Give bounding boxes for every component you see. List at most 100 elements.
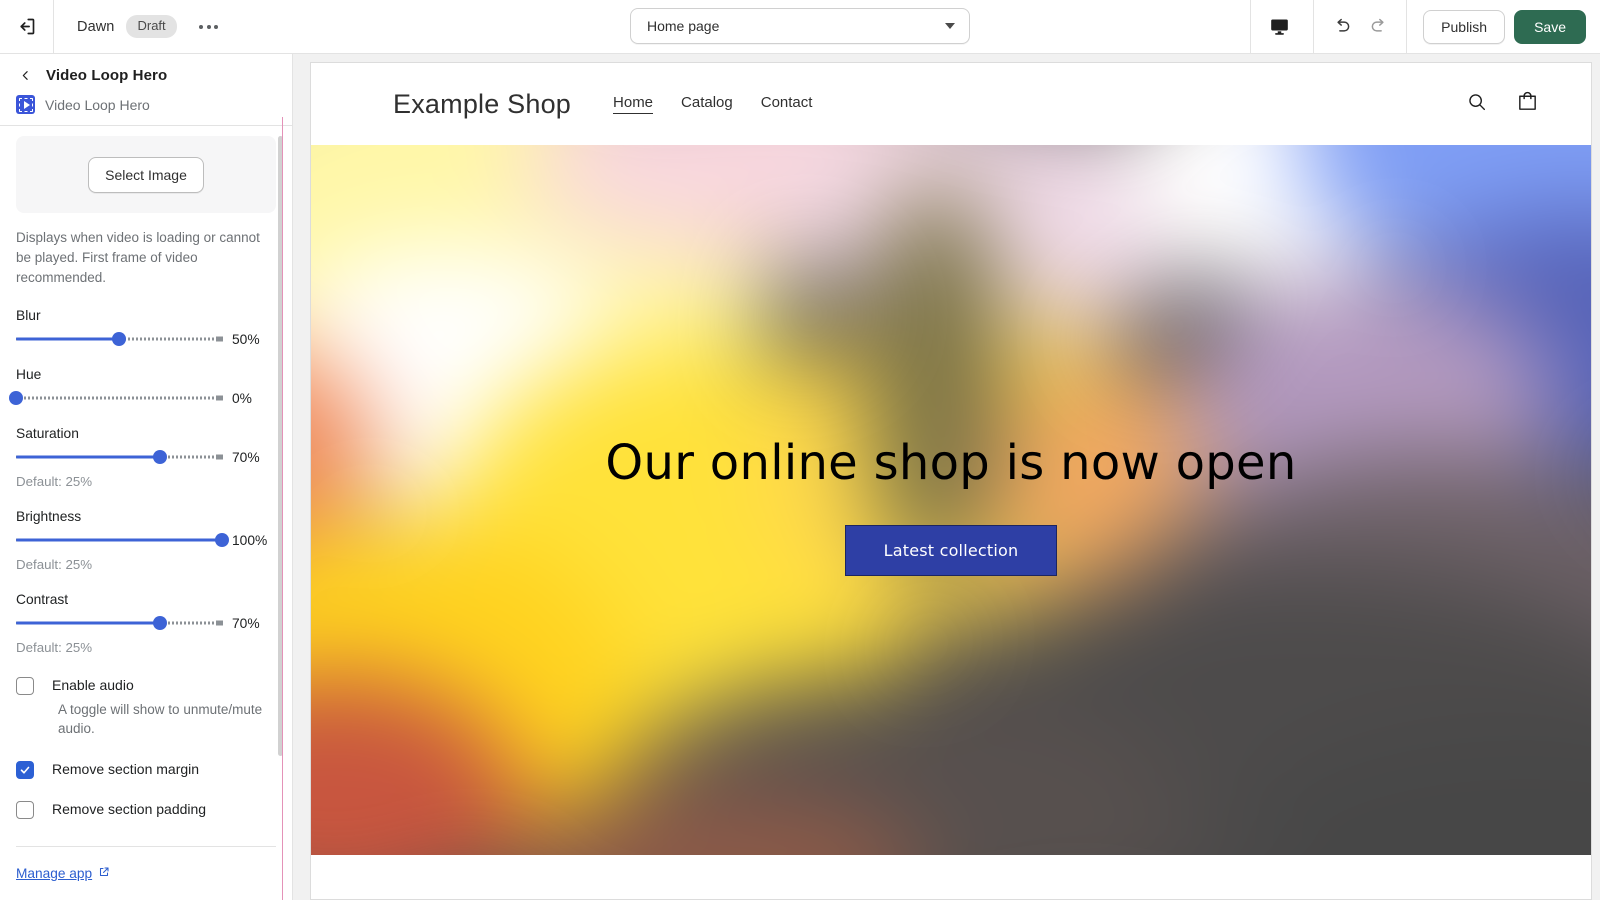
storefront-header-icons (1466, 90, 1539, 118)
page-selector[interactable]: Home page (630, 8, 970, 44)
slider-track-filled (16, 621, 161, 625)
storefront-preview: Example Shop Home Catalog Contact Our on… (310, 62, 1592, 900)
page-selector-wrapper: Home page (630, 8, 970, 44)
page-selector-value: Home page (647, 18, 720, 34)
shopping-bag-icon[interactable] (1516, 90, 1539, 118)
toolbar-left-group: Dawn Draft (0, 0, 224, 54)
slider-fields: Blur 50% Hue 0% Saturation 70% Default: 25% Bri… (9, 308, 276, 655)
slider-thumb[interactable] (9, 391, 23, 406)
external-link-icon (98, 866, 110, 881)
checkbox-group: Remove section margin (16, 760, 276, 780)
slider-value: 70% (232, 449, 260, 465)
slider-default-text: Default: 25% (16, 556, 93, 572)
slider-value: 70% (232, 615, 260, 631)
slider-thumb[interactable] (112, 332, 126, 347)
checkbox-help-text: A toggle will show to unmute/mute audio. (58, 701, 263, 737)
primary-actions: Publish Save (1407, 9, 1600, 44)
checkbox-input[interactable] (16, 676, 34, 695)
checkbox-row[interactable]: Enable audio (16, 676, 276, 695)
checkbox-row[interactable]: Remove section margin (16, 760, 276, 780)
slider-value: 0% (232, 390, 252, 406)
search-icon[interactable] (1466, 91, 1488, 118)
hero-cta-button[interactable]: Latest collection (844, 524, 1058, 576)
publish-button[interactable]: Publish (1423, 9, 1506, 44)
slider-field-blur: Blur 50% (16, 308, 276, 347)
slider-field-brightness: Brightness 100% Default: 25% (16, 509, 276, 572)
device-preview-group (1250, 0, 1315, 53)
nav-link-home[interactable]: Home (613, 94, 654, 114)
video-play-block-icon (16, 95, 35, 114)
slider-track[interactable] (16, 616, 223, 631)
slider-field-contrast: Contrast 70% Default: 25% (16, 592, 276, 655)
slider-track[interactable] (9, 391, 223, 406)
settings-sidebar: Video Loop Hero Video Loop Hero Select I… (0, 54, 293, 900)
slider-label: Brightness (16, 508, 82, 524)
slider-track[interactable] (16, 332, 223, 347)
more-horizontal-icon[interactable] (194, 12, 224, 42)
slider-field-hue: Hue 0% (9, 367, 276, 406)
slider-default-text: Default: 25% (16, 473, 93, 489)
exit-to-app-icon[interactable] (0, 0, 54, 54)
editor-body: Video Loop Hero Video Loop Hero Select I… (0, 54, 1600, 900)
slider-label: Blur (16, 307, 41, 323)
history-group (1314, 0, 1408, 53)
image-help-text: Displays when video is loading or cannot… (16, 230, 260, 285)
storefront-nav: Home Catalog Contact (613, 94, 812, 114)
slider-value: 100% (232, 532, 268, 548)
slider-track-filled (16, 455, 161, 459)
preview-container: Example Shop Home Catalog Contact Our on… (293, 54, 1600, 900)
slider-thumb[interactable] (153, 450, 168, 465)
hero-section: Our online shop is now open Latest colle… (311, 145, 1591, 855)
theme-name: Dawn (77, 18, 115, 35)
redo-arrow-icon[interactable] (1360, 9, 1396, 45)
manage-app-link[interactable]: Manage app (16, 866, 110, 881)
page-title: Video Loop Hero (46, 67, 168, 84)
section-highlight-rail (281, 117, 283, 900)
checkbox-row[interactable]: Remove section padding (16, 800, 276, 820)
settings-scroll-area: Select Image Displays when video is load… (0, 126, 292, 900)
sidebar-title-row: Video Loop Hero (16, 67, 276, 84)
undo-arrow-icon[interactable] (1324, 9, 1360, 45)
shop-name[interactable]: Example Shop (393, 89, 571, 120)
checkbox-label: Remove section margin (52, 761, 200, 778)
checkbox-label: Remove section padding (52, 801, 207, 818)
slider-default-text: Default: 25% (16, 639, 93, 655)
slider-thumb[interactable] (215, 533, 229, 548)
manage-app-label: Manage app (16, 866, 93, 882)
top-toolbar: Dawn Draft Home page Publish Save (0, 0, 1600, 54)
slider-track[interactable] (16, 533, 229, 548)
desktop-monitor-icon[interactable] (1261, 9, 1297, 45)
slider-label: Saturation (16, 425, 79, 441)
nav-link-catalog[interactable]: Catalog (681, 94, 733, 114)
sidebar-header: Video Loop Hero Video Loop Hero (0, 54, 292, 125)
storefront-header: Example Shop Home Catalog Contact (311, 63, 1591, 145)
sidebar-item-label: Video Loop Hero (45, 96, 150, 113)
checkbox-label: Enable audio (52, 676, 134, 693)
sidebar-item-video-loop-hero[interactable]: Video Loop Hero (16, 86, 276, 125)
slider-track-filled (16, 337, 119, 341)
select-image-button[interactable]: Select Image (88, 156, 204, 193)
slider-track-filled (16, 538, 222, 542)
save-button[interactable]: Save (1514, 9, 1586, 44)
slider-thumb[interactable] (153, 616, 168, 631)
checkbox-input[interactable] (16, 801, 34, 820)
slider-row: 70% (16, 450, 276, 465)
image-picker: Select Image (16, 136, 276, 213)
slider-track[interactable] (16, 450, 223, 465)
slider-track-remaining (16, 395, 223, 401)
toolbar-right-group: Publish Save (1242, 0, 1600, 53)
hero-heading: Our online shop is now open (605, 434, 1297, 491)
chevron-left-icon[interactable] (16, 69, 34, 82)
slider-row: 70% (16, 616, 276, 631)
footer-divider (16, 846, 276, 848)
preview-below-fold (311, 855, 1591, 899)
checkbox-group: Enable audio A toggle will show to unmute… (16, 676, 276, 739)
slider-label: Contrast (16, 591, 69, 607)
checkbox-input[interactable] (16, 761, 34, 780)
status-badge: Draft (126, 15, 177, 38)
slider-value: 50% (232, 331, 260, 347)
slider-row: 100% (16, 533, 276, 548)
checkbox-group: Remove section padding (16, 800, 276, 820)
nav-link-contact[interactable]: Contact (761, 94, 813, 114)
chevron-down-icon (945, 23, 955, 29)
